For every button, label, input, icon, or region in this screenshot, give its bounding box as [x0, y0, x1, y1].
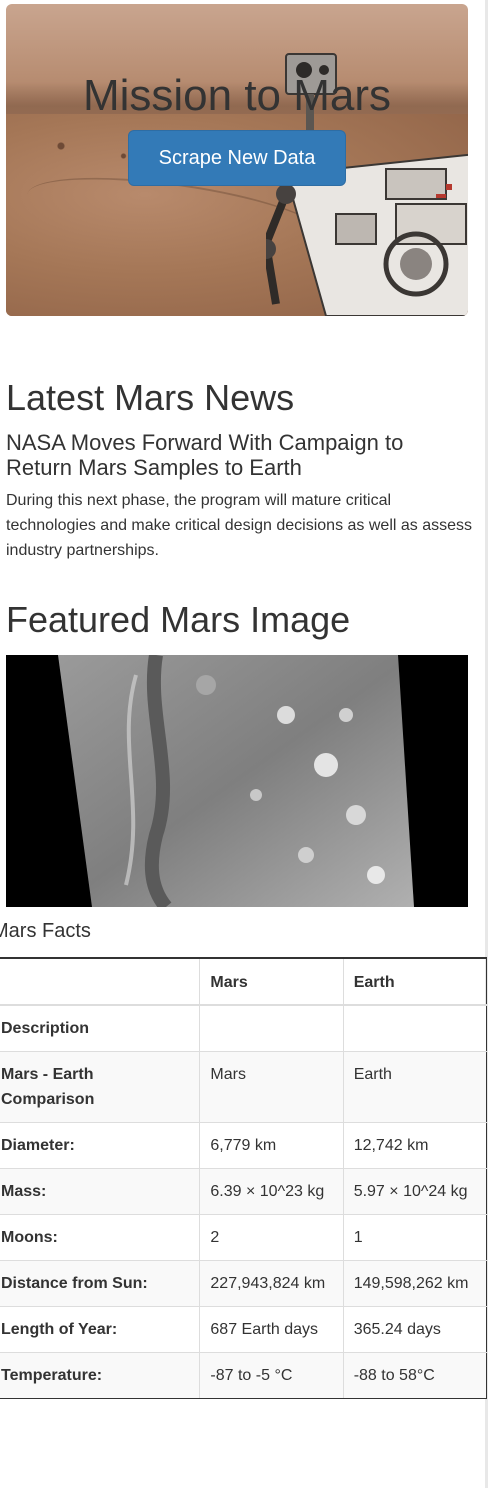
jumbotron-banner: Mission to Mars Scrape New Data: [6, 4, 468, 316]
table-header-earth: Earth: [342, 957, 488, 1006]
table-row: Description: [0, 1004, 488, 1052]
row-label: Distance from Sun:: [0, 1260, 201, 1307]
news-paragraph: During this next phase, the program will…: [6, 492, 473, 559]
row-label: Mars - Earth Comparison: [0, 1051, 201, 1123]
row-earth-value: -88 to 58°C: [342, 1352, 488, 1399]
row-mars-value: 687 Earth days: [199, 1306, 344, 1353]
mars-surface-image: [6, 655, 468, 907]
news-title: NASA Moves Forward With Campaign to Retu…: [6, 430, 404, 480]
row-earth-value: 12,742 km: [342, 1122, 488, 1169]
row-label: Length of Year:: [0, 1306, 201, 1353]
table-row: Diameter: 6,779 km 12,742 km: [0, 1122, 488, 1169]
mars-facts-table: Mars Earth Description Mars - Earth Comp…: [0, 957, 488, 1399]
scrape-new-data-button[interactable]: Scrape New Data: [128, 130, 346, 186]
table-row: Mass: 6.39 × 10^23 kg 5.97 × 10^24 kg: [0, 1168, 488, 1215]
row-label: Mass:: [0, 1168, 201, 1215]
table-row: Temperature: -87 to -5 °C -88 to 58°C: [0, 1352, 488, 1399]
row-label: Moons:: [0, 1214, 201, 1261]
page-title: Mission to Mars: [82, 71, 392, 120]
table-row: Moons: 2 1: [0, 1214, 488, 1261]
row-mars-value: -87 to -5 °C: [199, 1352, 344, 1399]
row-mars-value: 227,943,824 km: [199, 1260, 344, 1307]
table-header-empty: [0, 957, 201, 1006]
table-row: Length of Year: 687 Earth days 365.24 da…: [0, 1306, 488, 1353]
row-earth-value: 1: [342, 1214, 488, 1261]
row-earth-value: 149,598,262 km: [342, 1260, 488, 1307]
table-row: Mars - Earth Comparison Mars Earth: [0, 1051, 488, 1123]
mars-facts-caption: Mars Facts: [0, 920, 91, 942]
row-earth-value: [342, 1004, 488, 1052]
row-mars-value: [199, 1004, 344, 1052]
row-mars-value: Mars: [199, 1051, 344, 1123]
latest-news-heading: Latest Mars News: [6, 377, 295, 418]
row-mars-value: 2: [199, 1214, 344, 1261]
row-label: Temperature:: [0, 1352, 201, 1399]
row-earth-value: 365.24 days: [342, 1306, 488, 1353]
row-earth-value: Earth: [342, 1051, 488, 1123]
row-label: Diameter:: [0, 1122, 201, 1169]
table-row: Distance from Sun: 227,943,824 km 149,59…: [0, 1260, 488, 1307]
featured-image-heading: Featured Mars Image: [6, 599, 351, 640]
featured-mars-image[interactable]: [6, 655, 468, 907]
row-mars-value: 6,779 km: [199, 1122, 344, 1169]
table-header-mars: Mars: [199, 957, 344, 1006]
row-label: Description: [0, 1004, 201, 1052]
row-earth-value: 5.97 × 10^24 kg: [342, 1168, 488, 1215]
row-mars-value: 6.39 × 10^23 kg: [199, 1168, 344, 1215]
